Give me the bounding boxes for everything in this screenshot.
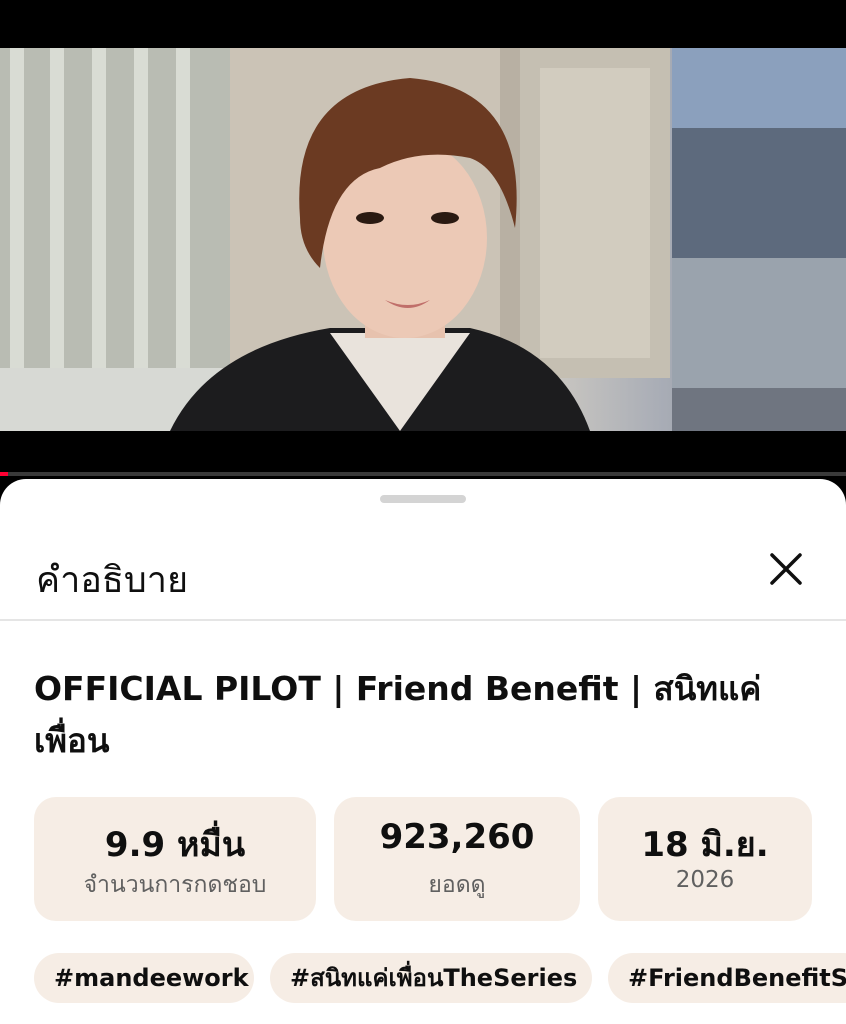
video-title: OFFICIAL PILOT | Friend Benefit | สนิทแค… <box>34 669 762 760</box>
progress-fill <box>0 472 9 476</box>
views-count: 923,260 <box>379 817 535 857</box>
likes-label: จำนวนการกดชอบ <box>83 872 267 898</box>
player-bottom-bar <box>0 431 846 475</box>
views-stat: 923,260 ยอดดู <box>334 797 580 921</box>
top-black-bar <box>0 0 846 48</box>
video-frame <box>0 48 846 431</box>
upload-year: 2026 <box>675 867 735 893</box>
progress-bar[interactable] <box>0 472 846 476</box>
hashtag-chip[interactable]: #สนิทแค่เพื่อนTheSeries <box>270 953 592 1003</box>
hashtag-chip[interactable]: #mandeework <box>34 953 254 1003</box>
likes-count: 9.9 หมื่น <box>104 825 246 865</box>
date-stat: 18 มิ.ย. 2026 <box>598 797 812 921</box>
description-sheet: คำอธิบาย OFFICIAL PILOT | Friend Benefit… <box>0 479 846 1024</box>
close-icon[interactable] <box>764 547 808 591</box>
divider <box>0 619 846 621</box>
upload-date: 18 มิ.ย. <box>641 825 769 865</box>
views-label: ยอดดู <box>428 872 486 898</box>
likes-stat: 9.9 หมื่น จำนวนการกดชอบ <box>34 797 316 921</box>
hashtag-chip[interactable]: #FriendBenefitSe <box>608 953 846 1003</box>
video-player[interactable] <box>0 48 846 431</box>
drag-handle[interactable] <box>380 495 466 503</box>
sheet-title: คำอธิบาย <box>36 560 189 601</box>
